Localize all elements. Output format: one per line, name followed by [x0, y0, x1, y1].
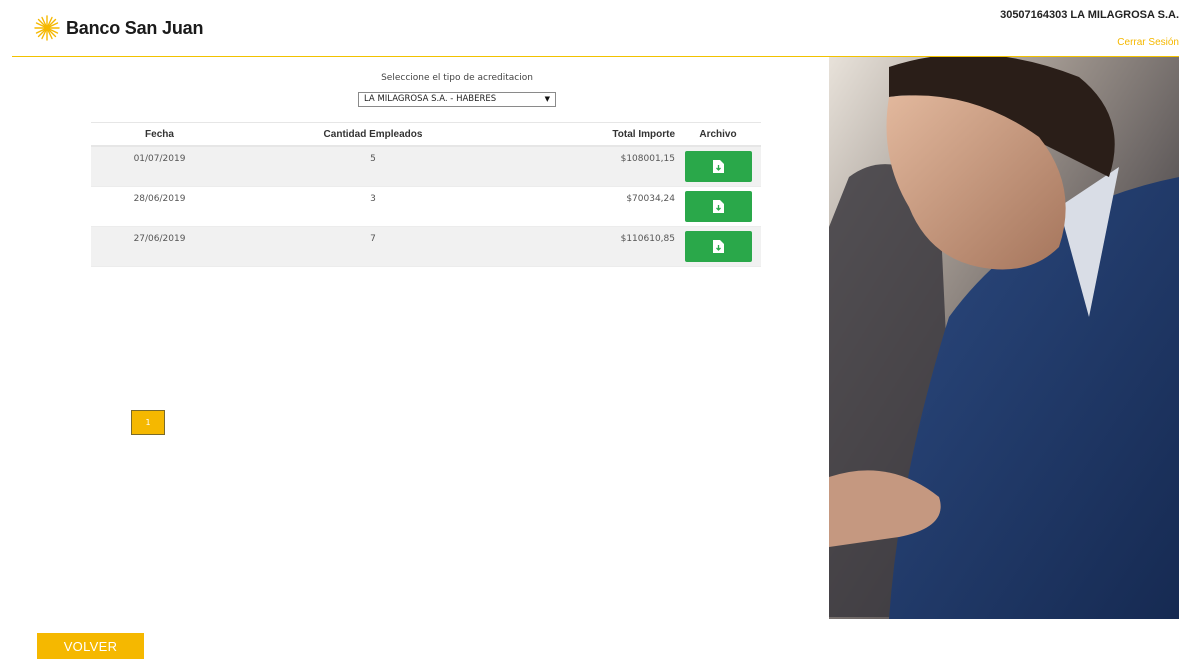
photo-illustration — [829, 57, 1179, 619]
star-icon — [34, 15, 60, 41]
header-fecha: Fecha — [145, 128, 174, 140]
cell-archivo — [675, 227, 761, 262]
dropdown-arrow-icon: ▼ — [544, 95, 550, 103]
table-header: Fecha Cantidad Empleados Total Importe A… — [91, 122, 761, 147]
table-row: 01/07/2019 5 $108001,15 — [91, 147, 761, 187]
file-download-icon — [712, 240, 724, 253]
cell-cantidad: 7 — [370, 234, 376, 244]
table-row: 28/06/2019 3 $70034,24 — [91, 187, 761, 227]
logout-link[interactable]: Cerrar Sesión — [1117, 37, 1179, 48]
download-file-button[interactable] — [684, 151, 752, 182]
download-file-button[interactable] — [684, 231, 752, 262]
cell-fecha: 01/07/2019 — [133, 154, 186, 164]
table-row: 27/06/2019 7 $110610,85 — [91, 227, 761, 267]
cell-archivo — [675, 147, 761, 182]
cell-cantidad: 5 — [370, 154, 376, 164]
cell-total: $70034,24 — [626, 194, 675, 204]
header: Banco San Juan 30507164303 LA MILAGROSA … — [0, 0, 1179, 57]
file-download-icon — [712, 160, 724, 173]
cell-fecha: 28/06/2019 — [133, 194, 186, 204]
cell-total: $110610,85 — [620, 234, 675, 244]
pagination-page-button[interactable]: 1 — [131, 410, 165, 435]
header-total: Total Importe — [612, 128, 675, 140]
cell-total: $108001,15 — [620, 154, 675, 164]
cell-cantidad: 3 — [370, 194, 376, 204]
cell-fecha: 27/06/2019 — [133, 234, 186, 244]
selector-label: Seleccione el tipo de acreditacion — [381, 73, 533, 83]
brand-logo[interactable]: Banco San Juan — [34, 15, 203, 41]
download-file-button[interactable] — [684, 191, 752, 222]
file-download-icon — [712, 200, 724, 213]
businessman-smiling-photo — [829, 57, 1179, 619]
accreditation-type-select[interactable]: LA MILAGROSA S.A. - HABERES ▼ — [358, 92, 556, 107]
header-archivo: Archivo — [699, 128, 737, 140]
back-button[interactable]: VOLVER — [37, 633, 144, 659]
accreditations-table: Fecha Cantidad Empleados Total Importe A… — [91, 122, 761, 267]
header-cantidad: Cantidad Empleados — [323, 128, 423, 140]
page: Banco San Juan 30507164303 LA MILAGROSA … — [0, 0, 1179, 659]
brand-name: Banco San Juan — [66, 17, 204, 38]
user-name: 30507164303 LA MILAGROSA S.A. — [1000, 9, 1179, 21]
cell-archivo — [675, 187, 761, 222]
select-value: LA MILAGROSA S.A. - HABERES — [364, 94, 497, 104]
